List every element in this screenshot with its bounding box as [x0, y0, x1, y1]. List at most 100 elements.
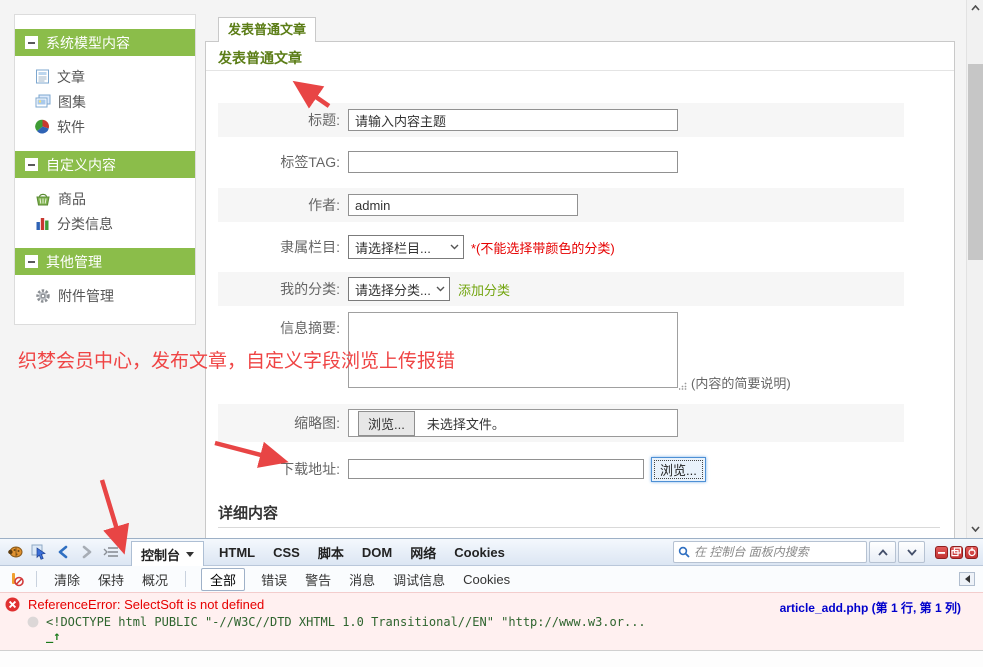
detail-divider — [218, 527, 940, 528]
collapse-sidebar-button[interactable] — [959, 572, 975, 586]
heading-divider — [206, 70, 954, 71]
console-tab-active[interactable]: 控制台 — [131, 541, 204, 567]
sidebar-item-attachment[interactable]: 附件管理 — [15, 283, 195, 308]
search-next-button[interactable] — [898, 541, 925, 563]
tab-network[interactable]: 网络 — [410, 543, 436, 562]
tag-input[interactable] — [348, 151, 678, 173]
detach-window-button[interactable] — [950, 546, 963, 559]
filter-all-button[interactable]: 全部 — [201, 568, 245, 591]
sidebar-item-product[interactable]: 商品 — [15, 186, 195, 211]
tab-dom[interactable]: DOM — [362, 545, 392, 560]
thumbnail-browse-button[interactable]: 浏览... — [358, 411, 415, 436]
sidebar-item-label: 附件管理 — [58, 286, 114, 306]
console-search-input[interactable] — [694, 545, 862, 559]
thumbnail-file-status: 未选择文件。 — [427, 414, 505, 433]
dropdown-caret-icon — [186, 552, 194, 557]
filter-errors-button[interactable]: 错误 — [261, 570, 287, 589]
sidebar-items-group: 文章 图集 软件 — [15, 56, 195, 151]
error-detail-row[interactable]: <!DOCTYPE html PUBLIC "-//W3C//DTD XHTML… — [27, 615, 983, 629]
sidebar-section-custom-content[interactable]: 自定义内容 — [15, 151, 195, 178]
page-scrollbar[interactable] — [966, 0, 983, 538]
scroll-up-button[interactable] — [967, 0, 983, 16]
firebug-icon[interactable] — [4, 541, 26, 563]
thumbnail-file-input[interactable]: 浏览... 未选择文件。 — [348, 409, 678, 437]
scroll-down-button[interactable] — [967, 521, 983, 537]
close-button[interactable] — [965, 546, 978, 559]
error-message: ReferenceError: SelectSoft is not define… — [28, 597, 264, 612]
tab-html[interactable]: HTML — [219, 545, 255, 560]
tab-script[interactable]: 脚本 — [318, 543, 344, 562]
console-search-box[interactable] — [673, 541, 867, 563]
inspect-element-icon[interactable] — [28, 541, 50, 563]
sidebar-item-article[interactable]: 文章 — [15, 64, 195, 89]
page-title: 发表普通文章 — [218, 48, 302, 68]
sidebar-section-system-model[interactable]: 系统模型内容 — [15, 29, 195, 56]
console-bottom-strip — [0, 650, 983, 667]
sidebar-item-gallery[interactable]: 图集 — [15, 89, 195, 114]
detail-content-heading: 详细内容 — [218, 502, 278, 523]
sidebar-section-title: 其他管理 — [46, 252, 102, 272]
command-line-icon[interactable] — [100, 541, 122, 563]
filter-cookies-button[interactable]: Cookies — [463, 572, 510, 587]
download-browse-button[interactable]: 浏览... — [651, 457, 706, 482]
search-icon — [678, 546, 690, 558]
sidebar-section-title: 系统模型内容 — [46, 33, 130, 53]
minimize-button[interactable] — [935, 546, 948, 559]
category-select-value: 请选择分类... — [355, 280, 431, 299]
filter-warnings-button[interactable]: 警告 — [305, 570, 331, 589]
error-source-link[interactable]: article_add.php (第 1 行, 第 1 列) — [780, 599, 961, 616]
console-filter-bar: 清除 保持 概况 全部 错误 警告 消息 调试信息 Cookies — [0, 566, 983, 592]
download-url-input[interactable] — [348, 459, 644, 479]
sidebar-items-group: 商品 分类信息 — [15, 178, 195, 248]
profile-button[interactable]: 概况 — [142, 570, 168, 589]
chevron-down-icon — [436, 286, 445, 292]
tab-publish-article[interactable]: 发表普通文章 — [218, 17, 316, 42]
summary-label: 信息摘要: — [218, 318, 340, 338]
sidebar-item-software[interactable]: 软件 — [15, 114, 195, 139]
annotation-text: 织梦会员中心，发布文章，自定义字段浏览上传报错 — [18, 346, 455, 373]
persist-button[interactable]: 保持 — [98, 570, 124, 589]
form-row-column: 隶属栏目: 请选择栏目... *(不能选择带颜色的分类) — [218, 230, 904, 264]
tab-css[interactable]: CSS — [273, 545, 300, 560]
sidebar-item-label: 软件 — [57, 117, 85, 137]
collapse-minus-icon[interactable] — [25, 36, 38, 49]
tag-label: 标签TAG: — [218, 152, 340, 172]
sidebar-section-other-management[interactable]: 其他管理 — [15, 248, 195, 275]
title-input[interactable] — [348, 109, 678, 131]
classified-chart-icon — [35, 216, 50, 231]
forward-icon[interactable] — [76, 541, 98, 563]
error-detail-text: <!DOCTYPE html PUBLIC "-//W3C//DTD XHTML… — [46, 615, 646, 629]
error-icon — [5, 597, 20, 612]
filter-debug-button[interactable]: 调试信息 — [393, 570, 445, 589]
tab-cookies[interactable]: Cookies — [454, 545, 505, 560]
collapse-minus-icon[interactable] — [25, 158, 38, 171]
summary-note: (内容的简要说明) — [691, 373, 791, 392]
resize-grip-icon[interactable] — [679, 382, 687, 390]
clear-button[interactable]: 清除 — [54, 570, 80, 589]
sidebar-item-label: 分类信息 — [57, 214, 113, 234]
chevron-up-icon — [971, 5, 980, 11]
collapse-minus-icon[interactable] — [25, 255, 38, 268]
add-category-link[interactable]: 添加分类 — [458, 280, 510, 299]
firebug-toolbar: 控制台 HTML CSS 脚本 DOM 网络 Cookies — [0, 538, 983, 566]
column-label: 隶属栏目: — [218, 237, 340, 257]
title-label: 标题: — [218, 110, 340, 130]
search-prev-button[interactable] — [869, 541, 896, 563]
product-basket-icon — [35, 192, 51, 206]
form-row-tag: 标签TAG: — [218, 145, 904, 179]
category-select[interactable]: 请选择分类... — [348, 277, 450, 301]
filter-messages-button[interactable]: 消息 — [349, 570, 375, 589]
form-row-title: 标题: — [218, 103, 904, 137]
download-label: 下载地址: — [218, 459, 340, 479]
scrollbar-thumb[interactable] — [968, 64, 983, 260]
back-icon[interactable] — [52, 541, 74, 563]
chevron-down-icon — [450, 244, 459, 250]
wrap-marker: _↑ — [46, 629, 983, 643]
article-icon — [35, 69, 50, 84]
break-on-errors-icon[interactable] — [5, 568, 27, 590]
author-input[interactable] — [348, 194, 578, 216]
form-row-download: 下载地址: 浏览... — [218, 452, 904, 486]
column-select[interactable]: 请选择栏目... — [348, 235, 464, 259]
sidebar-item-classified[interactable]: 分类信息 — [15, 211, 195, 236]
form-row-author: 作者: — [218, 188, 904, 222]
